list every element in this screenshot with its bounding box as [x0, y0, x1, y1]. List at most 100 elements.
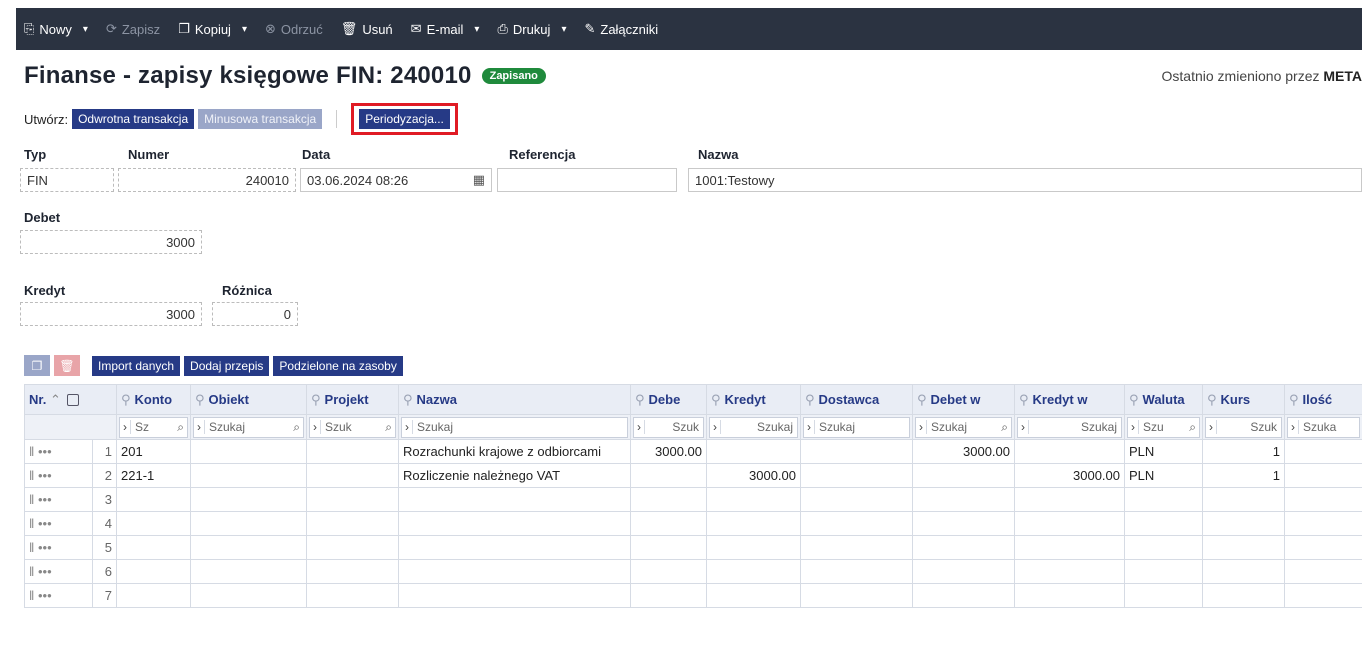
- referencja-field[interactable]: [497, 168, 677, 192]
- expand-icon[interactable]: ›: [916, 420, 927, 434]
- sort-asc-icon[interactable]: ⌃: [50, 392, 61, 407]
- column-header[interactable]: ⚲ Konto: [116, 384, 191, 415]
- cell-kredyt-w[interactable]: [1014, 511, 1125, 536]
- cell-debet-w[interactable]: [912, 559, 1015, 584]
- search-icon[interactable]: ⌕: [382, 420, 395, 435]
- cell[interactable]: [1284, 487, 1362, 512]
- cell-nr[interactable]: 2: [92, 463, 117, 488]
- toolbar-save-button[interactable]: ⟳ Zapisz: [106, 21, 160, 37]
- reverse-transaction-button[interactable]: Odwrotna transakcja: [72, 109, 195, 129]
- cell-nazwa[interactable]: [398, 535, 631, 560]
- cell[interactable]: [1284, 511, 1362, 536]
- cell-kredyt-w[interactable]: 3000.00: [1014, 463, 1125, 488]
- cell[interactable]: [190, 583, 307, 608]
- chevron-down-icon[interactable]: ▾: [561, 24, 566, 35]
- toolbar-paperclip-button[interactable]: ✎ Załączniki: [584, 21, 658, 37]
- column-header[interactable]: ⚲ Debet w: [912, 384, 1015, 415]
- chevron-down-icon[interactable]: ▾: [242, 24, 247, 35]
- cell-nr[interactable]: 3: [92, 487, 117, 512]
- expand-icon[interactable]: ›: [402, 420, 413, 434]
- cell-kurs[interactable]: [1202, 487, 1285, 512]
- cell-nr[interactable]: 7: [92, 583, 117, 608]
- cell[interactable]: [800, 535, 913, 560]
- cell[interactable]: [1284, 463, 1362, 488]
- cell[interactable]: [800, 511, 913, 536]
- calendar-icon[interactable]: ▦: [473, 172, 485, 188]
- search-input[interactable]: › Szukaj: [1017, 416, 1122, 438]
- cell-konto[interactable]: [116, 559, 191, 584]
- select-all-checkbox[interactable]: [66, 394, 79, 407]
- cell-kredyt[interactable]: [706, 559, 801, 584]
- search-input[interactable]: › Sz ⌕: [119, 416, 188, 438]
- cell[interactable]: [190, 439, 307, 464]
- column-header[interactable]: ⚲ Kredyt: [706, 384, 801, 415]
- cell-kurs[interactable]: [1202, 511, 1285, 536]
- cell-konto[interactable]: 221-1: [116, 463, 191, 488]
- table-row[interactable]: ‖ ••• 4: [24, 511, 1362, 536]
- expand-icon[interactable]: ›: [710, 420, 721, 434]
- cell-kredyt-w[interactable]: [1014, 583, 1125, 608]
- cell[interactable]: [306, 463, 399, 488]
- cell-nazwa[interactable]: [398, 511, 631, 536]
- cell[interactable]: [306, 559, 399, 584]
- toolbar-trash-button[interactable]: 🗑 Usuń: [341, 21, 393, 37]
- cell-nazwa[interactable]: [398, 583, 631, 608]
- nazwa-field[interactable]: 1001:Testowy: [688, 168, 1362, 192]
- cell-konto[interactable]: 201: [116, 439, 191, 464]
- table-row[interactable]: ‖ ••• 2 221-1 Rozliczenie należnego VAT 3000…: [24, 463, 1362, 488]
- cell[interactable]: [306, 487, 399, 512]
- import-data-button[interactable]: Import danych: [92, 355, 181, 376]
- cell-debet-w[interactable]: [912, 535, 1015, 560]
- cell-kurs[interactable]: 1: [1202, 463, 1285, 488]
- search-icon[interactable]: ⌕: [290, 420, 303, 435]
- cell-waluta[interactable]: PLN: [1124, 439, 1203, 464]
- expand-icon[interactable]: ›: [634, 420, 645, 434]
- expand-icon[interactable]: ›: [1018, 420, 1029, 434]
- cell-debe[interactable]: [630, 463, 707, 488]
- cell-kredyt-w[interactable]: [1014, 559, 1125, 584]
- cell-kurs[interactable]: 1: [1202, 439, 1285, 464]
- search-input[interactable]: › Szuka: [1287, 416, 1360, 438]
- cell-kredyt-w[interactable]: [1014, 535, 1125, 560]
- cell[interactable]: [306, 511, 399, 536]
- cell-kurs[interactable]: [1202, 535, 1285, 560]
- add-rule-button[interactable]: Dodaj przepis: [184, 355, 270, 376]
- toolbar-email-button[interactable]: ✉ E-mail ▾: [411, 21, 480, 37]
- cell-debe[interactable]: [630, 583, 707, 608]
- cell[interactable]: [1284, 583, 1362, 608]
- cell-konto[interactable]: [116, 535, 191, 560]
- drag-handle-icon[interactable]: ‖: [29, 588, 34, 603]
- column-header[interactable]: ⚲ Obiekt: [190, 384, 307, 415]
- row-menu-icon[interactable]: •••: [38, 492, 52, 507]
- cell-kurs[interactable]: [1202, 559, 1285, 584]
- cell-waluta[interactable]: [1124, 511, 1203, 536]
- search-input[interactable]: › Szukaj: [401, 416, 628, 438]
- column-header[interactable]: ⚲ Kredyt w: [1014, 384, 1125, 415]
- cell[interactable]: [306, 583, 399, 608]
- numer-field[interactable]: 240010: [118, 168, 296, 192]
- column-header[interactable]: ⚲ Projekt: [306, 384, 399, 415]
- cell-debet-w[interactable]: [912, 583, 1015, 608]
- table-row[interactable]: ‖ ••• 6: [24, 559, 1362, 584]
- cell[interactable]: [190, 535, 307, 560]
- cell-nr[interactable]: 5: [92, 535, 117, 560]
- cell-waluta[interactable]: [1124, 487, 1203, 512]
- column-header-nr[interactable]: Nr. ⌃: [24, 384, 117, 415]
- drag-handle-icon[interactable]: ‖: [29, 564, 34, 579]
- column-header[interactable]: ⚲ Nazwa: [398, 384, 631, 415]
- expand-icon[interactable]: ›: [120, 420, 131, 434]
- search-input[interactable]: › Szuk ⌕: [309, 416, 396, 438]
- search-input[interactable]: › Szukaj: [803, 416, 910, 438]
- search-input[interactable]: › Szukaj ⌕: [915, 416, 1012, 438]
- drag-handle-icon[interactable]: ‖: [29, 516, 34, 531]
- cell-kredyt-w[interactable]: [1014, 487, 1125, 512]
- cell-kurs[interactable]: [1202, 583, 1285, 608]
- column-header[interactable]: ⚲ Waluta: [1124, 384, 1203, 415]
- toolbar-new-button[interactable]: ⎘ Nowy ▾: [24, 21, 88, 37]
- expand-icon[interactable]: ›: [1288, 420, 1299, 434]
- cell[interactable]: [190, 559, 307, 584]
- cell[interactable]: [800, 559, 913, 584]
- cell-nazwa[interactable]: [398, 487, 631, 512]
- column-header[interactable]: ⚲ Ilość: [1284, 384, 1362, 415]
- delete-row-icon[interactable]: 🗑: [54, 355, 80, 376]
